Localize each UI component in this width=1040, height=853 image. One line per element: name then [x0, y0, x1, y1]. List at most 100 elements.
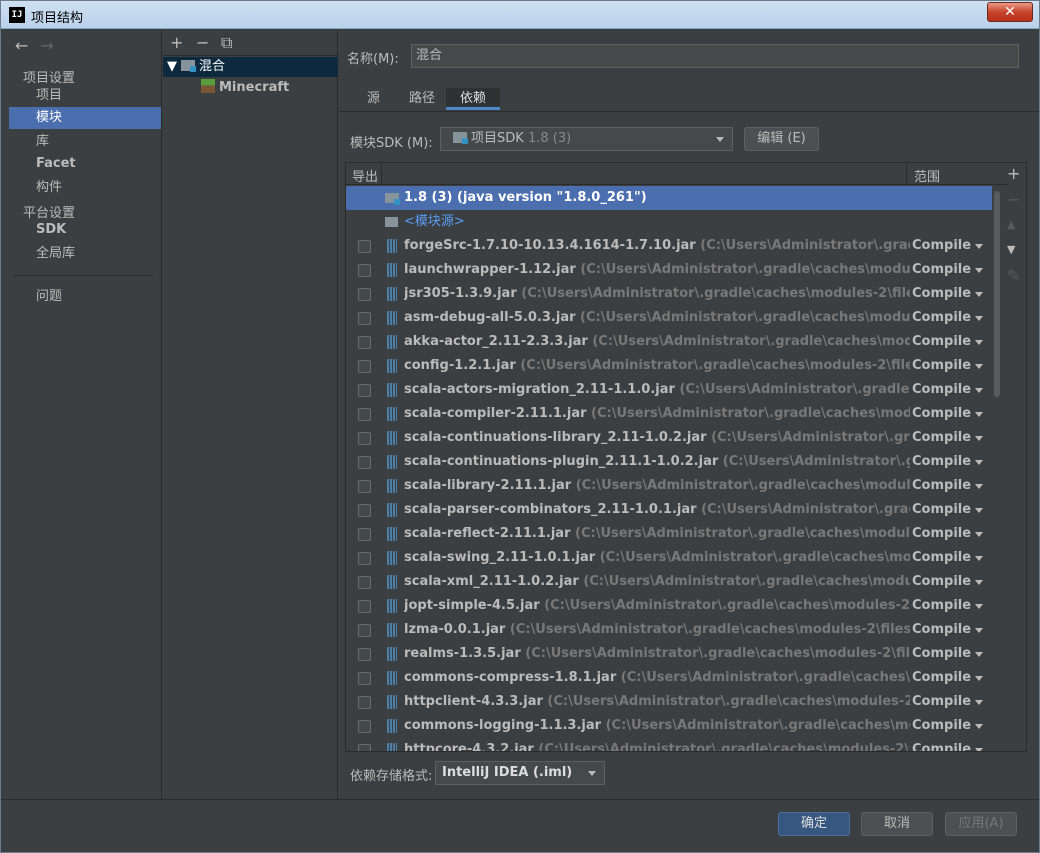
export-checkbox[interactable]: [358, 528, 371, 541]
table-row[interactable]: scala-swing_2.11-1.0.1.jar (C:\Users\Adm…: [346, 546, 992, 570]
scope-value[interactable]: Compile: [912, 450, 971, 474]
export-checkbox[interactable]: [358, 480, 371, 493]
export-checkbox[interactable]: [358, 384, 371, 397]
export-checkbox[interactable]: [358, 672, 371, 685]
scope-value[interactable]: Compile: [912, 498, 971, 522]
scope-value[interactable]: Compile: [912, 474, 971, 498]
export-checkbox[interactable]: [358, 456, 371, 469]
ok-button[interactable]: 确定: [778, 812, 850, 836]
scope-value[interactable]: Compile: [912, 378, 971, 402]
scope-value[interactable]: Compile: [912, 282, 971, 306]
export-checkbox[interactable]: [358, 720, 371, 733]
tab-sources[interactable]: 源: [367, 88, 380, 110]
export-checkbox[interactable]: [358, 240, 371, 253]
chevron-down-icon[interactable]: [975, 364, 983, 369]
cancel-button[interactable]: 取消: [861, 812, 933, 836]
chevron-down-icon[interactable]: [975, 460, 983, 465]
export-checkbox[interactable]: [358, 432, 371, 445]
chevron-down-icon[interactable]: [975, 556, 983, 561]
add-icon[interactable]: +: [170, 33, 183, 52]
table-row[interactable]: launchwrapper-1.12.jar (C:\Users\Adminis…: [346, 258, 992, 282]
chevron-down-icon[interactable]: [975, 700, 983, 705]
scope-value[interactable]: Compile: [912, 738, 971, 751]
scope-value[interactable]: Compile: [912, 354, 971, 378]
table-row[interactable]: jopt-simple-4.5.jar (C:\Users\Administra…: [346, 594, 992, 618]
chevron-down-icon[interactable]: [975, 244, 983, 249]
table-row[interactable]: scala-compiler-2.11.1.jar (C:\Users\Admi…: [346, 402, 992, 426]
sidebar-item-artifacts[interactable]: 构件: [9, 177, 161, 199]
table-row[interactable]: scala-parser-combinators_2.11-1.0.1.jar …: [346, 498, 992, 522]
sidebar-item-project[interactable]: 项目: [9, 85, 161, 107]
table-row[interactable]: scala-actors-migration_2.11-1.1.0.jar (C…: [346, 378, 992, 402]
scrollbar-thumb[interactable]: [994, 191, 1000, 397]
table-row[interactable]: scala-xml_2.11-1.0.2.jar (C:\Users\Admin…: [346, 570, 992, 594]
module-tree-root[interactable]: ▼ 混合: [163, 57, 338, 77]
chevron-down-icon[interactable]: [975, 580, 983, 585]
module-tree-child[interactable]: Minecraft: [201, 78, 289, 98]
export-checkbox[interactable]: [358, 624, 371, 637]
table-row[interactable]: scala-reflect-2.11.1.jar (C:\Users\Admin…: [346, 522, 992, 546]
table-row[interactable]: httpcore-4.3.2.jar (C:\Users\Administrat…: [346, 738, 992, 751]
sidebar-item-libraries[interactable]: 库: [9, 131, 161, 153]
module-sdk-select[interactable]: 项目SDK 1.8 (3): [440, 127, 733, 151]
export-checkbox[interactable]: [358, 648, 371, 661]
chevron-down-icon[interactable]: [975, 532, 983, 537]
sidebar-item-global-libraries[interactable]: 全局库: [9, 243, 161, 265]
export-checkbox[interactable]: [358, 552, 371, 565]
scope-value[interactable]: Compile: [912, 258, 971, 282]
scope-value[interactable]: Compile: [912, 234, 971, 258]
column-header-export[interactable]: 导出: [352, 166, 378, 185]
move-down-icon[interactable]: ▼: [1007, 243, 1015, 256]
table-row[interactable]: commons-compress-1.8.1.jar (C:\Users\Adm…: [346, 666, 992, 690]
chevron-down-icon[interactable]: [975, 628, 983, 633]
expand-triangle-icon[interactable]: ▼: [167, 59, 177, 74]
chevron-down-icon[interactable]: [975, 268, 983, 273]
table-row[interactable]: jsr305-1.3.9.jar (C:\Users\Administrator…: [346, 282, 992, 306]
table-row[interactable]: asm-debug-all-5.0.3.jar (C:\Users\Admini…: [346, 306, 992, 330]
scope-value[interactable]: Compile: [912, 594, 971, 618]
remove-icon[interactable]: −: [196, 33, 209, 52]
tab-paths[interactable]: 路径: [409, 88, 435, 110]
back-arrow-icon[interactable]: ←: [15, 36, 28, 55]
scope-value[interactable]: Compile: [912, 618, 971, 642]
table-row[interactable]: scala-continuations-library_2.11-1.0.2.j…: [346, 426, 992, 450]
move-up-icon[interactable]: ▲: [1007, 218, 1015, 231]
storage-format-select[interactable]: IntelliJ IDEA (.iml): [435, 761, 605, 785]
sidebar-item-problems[interactable]: 问题: [9, 286, 161, 308]
scope-value[interactable]: Compile: [912, 546, 971, 570]
export-checkbox[interactable]: [358, 288, 371, 301]
export-checkbox[interactable]: [358, 504, 371, 517]
scope-value[interactable]: Compile: [912, 714, 971, 738]
vertical-scrollbar[interactable]: [993, 185, 1001, 751]
table-row-sdk[interactable]: 1.8 (3) (java version "1.8.0_261"): [346, 186, 992, 210]
forward-arrow-icon[interactable]: →: [40, 36, 53, 55]
table-row[interactable]: config-1.2.1.jar (C:\Users\Administrator…: [346, 354, 992, 378]
chevron-down-icon[interactable]: [975, 604, 983, 609]
scope-value[interactable]: Compile: [912, 642, 971, 666]
export-checkbox[interactable]: [358, 600, 371, 613]
export-checkbox[interactable]: [358, 360, 371, 373]
chevron-down-icon[interactable]: [975, 484, 983, 489]
scope-value[interactable]: Compile: [912, 306, 971, 330]
scope-value[interactable]: Compile: [912, 426, 971, 450]
export-checkbox[interactable]: [358, 408, 371, 421]
column-header-scope[interactable]: 范围: [914, 166, 940, 185]
sidebar-item-facet[interactable]: Facet: [9, 153, 161, 175]
scope-value[interactable]: Compile: [912, 690, 971, 714]
table-row-module-source[interactable]: <模块源>: [346, 210, 992, 234]
chevron-down-icon[interactable]: [975, 676, 983, 681]
close-button[interactable]: ✕: [987, 2, 1033, 22]
table-row[interactable]: realms-1.3.5.jar (C:\Users\Administrator…: [346, 642, 992, 666]
apply-button[interactable]: 应用(A): [945, 812, 1017, 836]
table-row[interactable]: scala-continuations-plugin_2.11.1-1.0.2.…: [346, 450, 992, 474]
chevron-down-icon[interactable]: [975, 508, 983, 513]
scope-value[interactable]: Compile: [912, 666, 971, 690]
table-row[interactable]: scala-library-2.11.1.jar (C:\Users\Admin…: [346, 474, 992, 498]
chevron-down-icon[interactable]: [975, 340, 983, 345]
table-row[interactable]: httpclient-4.3.3.jar (C:\Users\Administr…: [346, 690, 992, 714]
export-checkbox[interactable]: [358, 744, 371, 751]
chevron-down-icon[interactable]: [975, 388, 983, 393]
edit-sdk-button[interactable]: 编辑 (E): [744, 127, 819, 151]
copy-icon[interactable]: ⧉: [221, 33, 232, 53]
chevron-down-icon[interactable]: [975, 412, 983, 417]
